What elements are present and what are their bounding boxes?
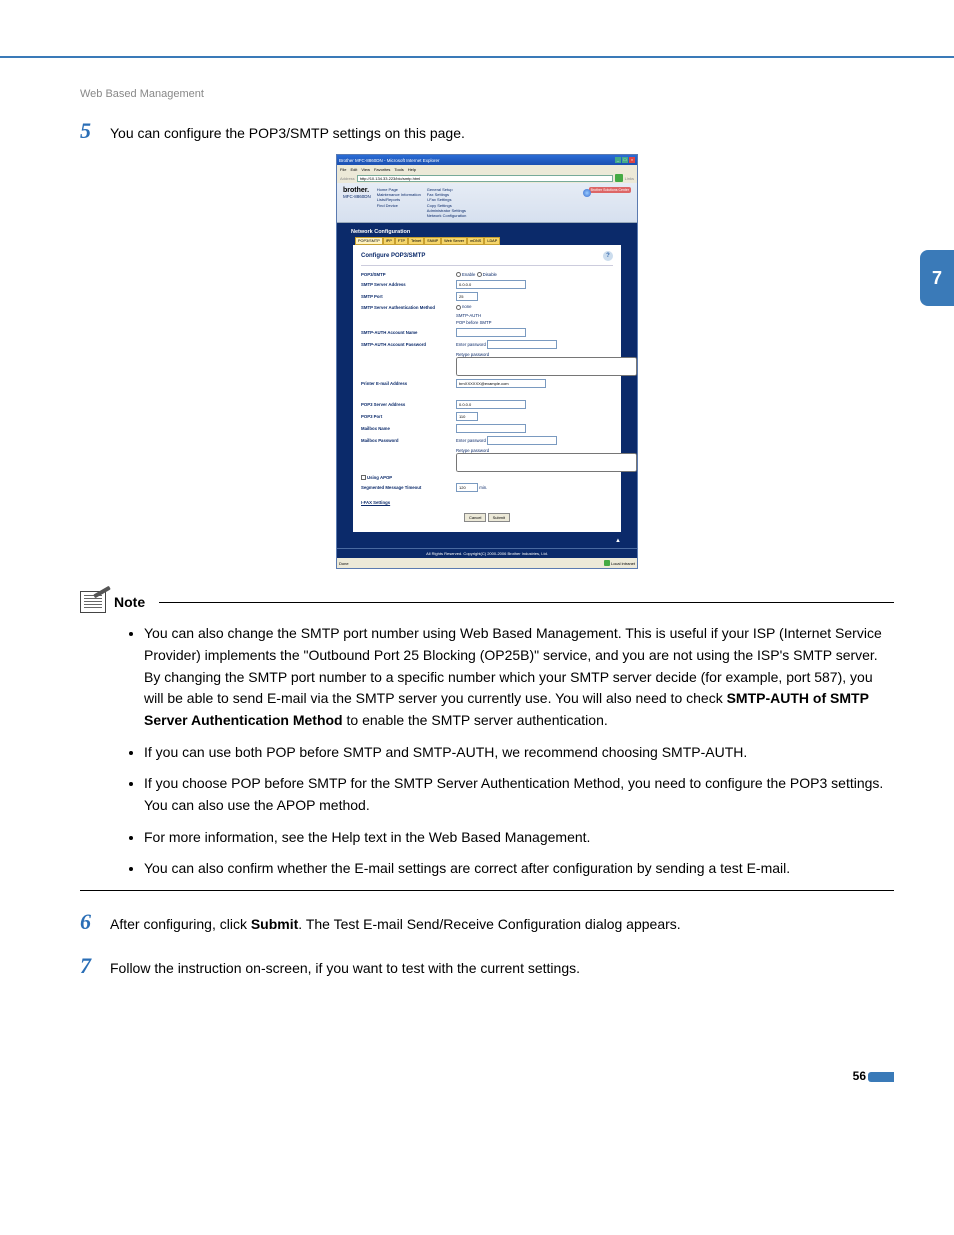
tab-mdns[interactable]: mDNS <box>467 237 484 245</box>
label-smtp-pw: SMTP-AUTH Account Password <box>361 342 456 347</box>
solutions-center-button[interactable]: Brother Solutions Center <box>589 187 631 193</box>
smtp-pw2-input[interactable] <box>456 357 637 376</box>
note-item: For more information, see the Help text … <box>144 827 894 849</box>
globe-icon <box>583 189 591 197</box>
panel-title: Configure POP3/SMTP <box>361 253 425 259</box>
brother-logo: brother. <box>343 187 371 194</box>
mbox-pw-input[interactable] <box>487 436 557 445</box>
model-label: MFC-8860DN <box>343 194 371 199</box>
footer-bar-icon <box>868 1072 894 1082</box>
chapter-tab: 7 <box>920 250 954 306</box>
step-6: 6 After configuring, click Submit. The T… <box>80 909 894 935</box>
mbox-pw2-input[interactable] <box>456 453 637 472</box>
radio-enable[interactable] <box>456 272 461 277</box>
step-number: 7 <box>80 953 110 979</box>
status-zone: Local intranet <box>611 561 635 566</box>
help-icon[interactable]: ? <box>603 251 613 261</box>
status-done: Done <box>339 561 349 566</box>
maximize-icon[interactable]: □ <box>622 157 628 163</box>
label-pop3-port: POP3 Port <box>361 414 456 419</box>
address-input[interactable]: http://10.134.33.223/bio/smtp.html <box>357 175 613 182</box>
label-smtp-port: SMTP Port <box>361 294 456 299</box>
zone-icon <box>604 560 610 566</box>
tab-webserver[interactable]: Web Server <box>441 237 467 245</box>
tab-telnet[interactable]: Telnet <box>408 237 424 245</box>
submit-button[interactable]: Submit <box>488 513 510 522</box>
config-tabs[interactable]: POP3/SMTP IPP FTP Telnet SNMP Web Server… <box>355 237 637 245</box>
smtp-port-input[interactable] <box>456 292 478 301</box>
step-5: 5 You can configure the POP3/SMTP settin… <box>80 118 894 144</box>
ie-statusbar: Done Local intranet <box>337 558 637 568</box>
note-item: If you choose POP before SMTP for the SM… <box>144 773 894 816</box>
go-icon[interactable] <box>615 174 623 182</box>
label-mbox-pw: Mailbox Password <box>361 438 456 443</box>
apop-checkbox[interactable] <box>361 475 366 480</box>
minimize-icon[interactable]: _ <box>615 157 621 163</box>
label-pop3smtp: POP3/SMTP <box>361 272 456 277</box>
label-printer-email: Printer E-mail Address <box>361 381 456 386</box>
seg-timeout-input[interactable] <box>456 483 478 492</box>
running-header: Web Based Management <box>80 88 894 100</box>
step-text: You can configure the POP3/SMTP settings… <box>110 123 465 144</box>
brother-top-nav: brother. MFC-8860DN Home PageMaintenance… <box>337 183 637 223</box>
label-smtp-server: SMTP Server Address <box>361 282 456 287</box>
mbox-name-input[interactable] <box>456 424 526 433</box>
pop3-port-input[interactable] <box>456 412 478 421</box>
ie-titlebar: Brother MFC-8860DN - Microsoft Internet … <box>337 155 637 165</box>
label-smtp-auth: SMTP Server Authentication Method <box>361 305 456 310</box>
page-number: 56 <box>853 1069 866 1083</box>
label-seg-timeout: Segmented Message Timeout <box>361 485 456 490</box>
label-mbox-name: Mailbox Name <box>361 426 456 431</box>
note-block: Note You can also change the SMTP port n… <box>80 591 894 891</box>
label-pop3-server: POP3 Server Address <box>361 402 456 407</box>
tab-ipp[interactable]: IPP <box>383 237 395 245</box>
step-7: 7 Follow the instruction on-screen, if y… <box>80 953 894 979</box>
note-title: Note <box>114 594 145 610</box>
ifax-settings-link[interactable]: I-FAX Settings <box>361 500 613 505</box>
radio-disable[interactable] <box>477 272 482 277</box>
smtp-server-input[interactable] <box>456 280 526 289</box>
close-icon[interactable]: × <box>629 157 635 163</box>
tab-ftp[interactable]: FTP <box>395 237 408 245</box>
note-item: You can also confirm whether the E-mail … <box>144 858 894 880</box>
tab-pop3smtp[interactable]: POP3/SMTP <box>355 237 383 245</box>
config-panel: Configure POP3/SMTP ? POP3/SMTPEnable Di… <box>353 245 621 532</box>
smtp-pw-input[interactable] <box>487 340 557 349</box>
tab-snmp[interactable]: SNMP <box>424 237 441 245</box>
printer-email-input[interactable] <box>456 379 546 388</box>
smtp-acc-input[interactable] <box>456 328 526 337</box>
radio-auth-none[interactable] <box>456 305 461 310</box>
pop3-server-input[interactable] <box>456 400 526 409</box>
label-smtp-acc: SMTP-AUTH Account Name <box>361 330 456 335</box>
note-list: You can also change the SMTP port number… <box>144 623 894 880</box>
note-icon <box>80 591 106 613</box>
top-blue-rule <box>0 0 954 58</box>
step-text: Follow the instruction on-screen, if you… <box>110 958 580 979</box>
window-title: Brother MFC-8860DN - Microsoft Internet … <box>339 158 440 163</box>
address-label: Address <box>340 176 355 181</box>
nav-col-1[interactable]: Home PageMaintenance InformationLists/Re… <box>377 187 421 208</box>
cancel-button[interactable]: Cancel <box>464 513 486 522</box>
copyright: All Rights Reserved. Copyright(C) 2000-2… <box>337 548 637 558</box>
step-text: After configuring, click Submit. The Tes… <box>110 914 681 935</box>
note-item: If you can use both POP before SMTP and … <box>144 742 894 764</box>
section-title: Network Configuration <box>351 229 637 235</box>
embedded-screenshot: Brother MFC-8860DN - Microsoft Internet … <box>336 154 638 569</box>
page-footer: 56 <box>0 1069 894 1089</box>
links-label[interactable]: Links <box>625 176 634 181</box>
step-number: 6 <box>80 909 110 935</box>
scroll-top-icon[interactable]: ▲ <box>337 538 621 544</box>
note-item: You can also change the SMTP port number… <box>144 623 894 731</box>
tab-ldap[interactable]: LDAP <box>484 237 500 245</box>
step-number: 5 <box>80 118 110 144</box>
nav-col-2[interactable]: General SetupFax SettingsI-Fax SettingsC… <box>427 187 467 218</box>
ie-addressbar[interactable]: Address http://10.134.33.223/bio/smtp.ht… <box>337 173 637 183</box>
ie-menubar[interactable]: FileEditViewFavoritesToolsHelp <box>337 165 637 173</box>
